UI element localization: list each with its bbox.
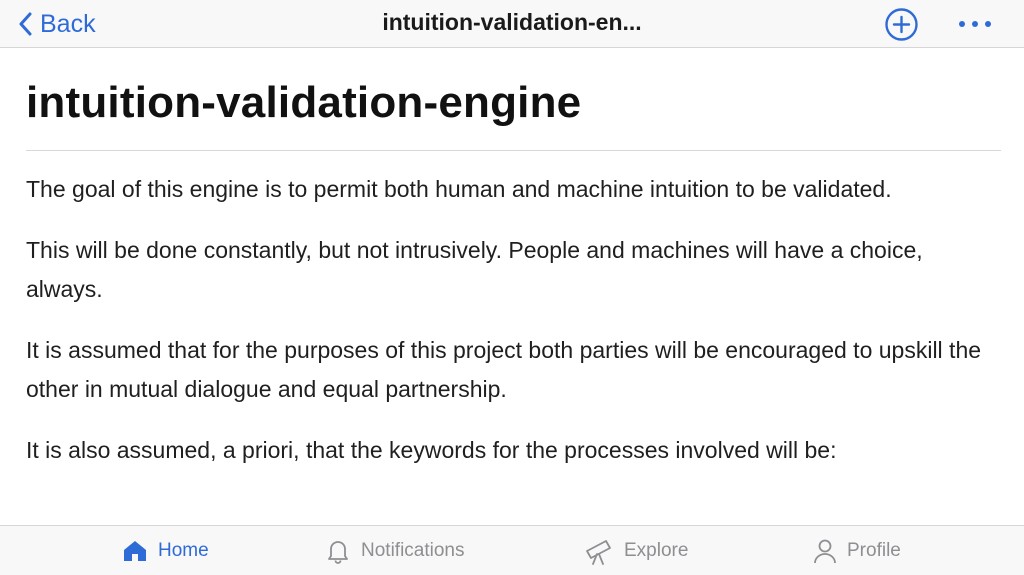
person-icon — [814, 539, 836, 564]
tab-bar: Home Notifications Explore Profile — [0, 525, 1024, 575]
navigation-bar: Back intuition-validation-en... — [0, 0, 1024, 48]
paragraph: The goal of this engine is to permit bot… — [26, 176, 892, 202]
home-icon — [124, 541, 146, 561]
nav-title: intuition-validation-en... — [382, 9, 642, 35]
tab-profile-label: Profile — [847, 540, 901, 561]
tab-notifications-label: Notifications — [361, 540, 465, 561]
tab-home-label: Home — [158, 540, 209, 561]
document-content: intuition-validation-engine The goal of … — [26, 48, 1001, 470]
paragraph: It is also assumed, a priori, that the k… — [26, 437, 837, 463]
tab-explore-label: Explore — [624, 540, 689, 561]
tab-explore[interactable]: Explore — [584, 537, 688, 565]
tab-notifications[interactable]: Notifications — [325, 537, 465, 565]
page-title: intuition-validation-engine — [26, 78, 582, 127]
title-divider — [26, 150, 1001, 151]
paragraph: This will be done constantly, but not in… — [26, 237, 923, 302]
more-options-icon[interactable] — [955, 14, 995, 34]
paragraph: It is assumed that for the purposes of t… — [26, 337, 982, 402]
telescope-icon — [586, 540, 611, 565]
tab-home[interactable]: Home — [122, 537, 209, 565]
add-icon[interactable] — [884, 7, 919, 42]
tab-profile[interactable]: Profile — [813, 537, 901, 565]
bell-icon — [328, 541, 348, 564]
